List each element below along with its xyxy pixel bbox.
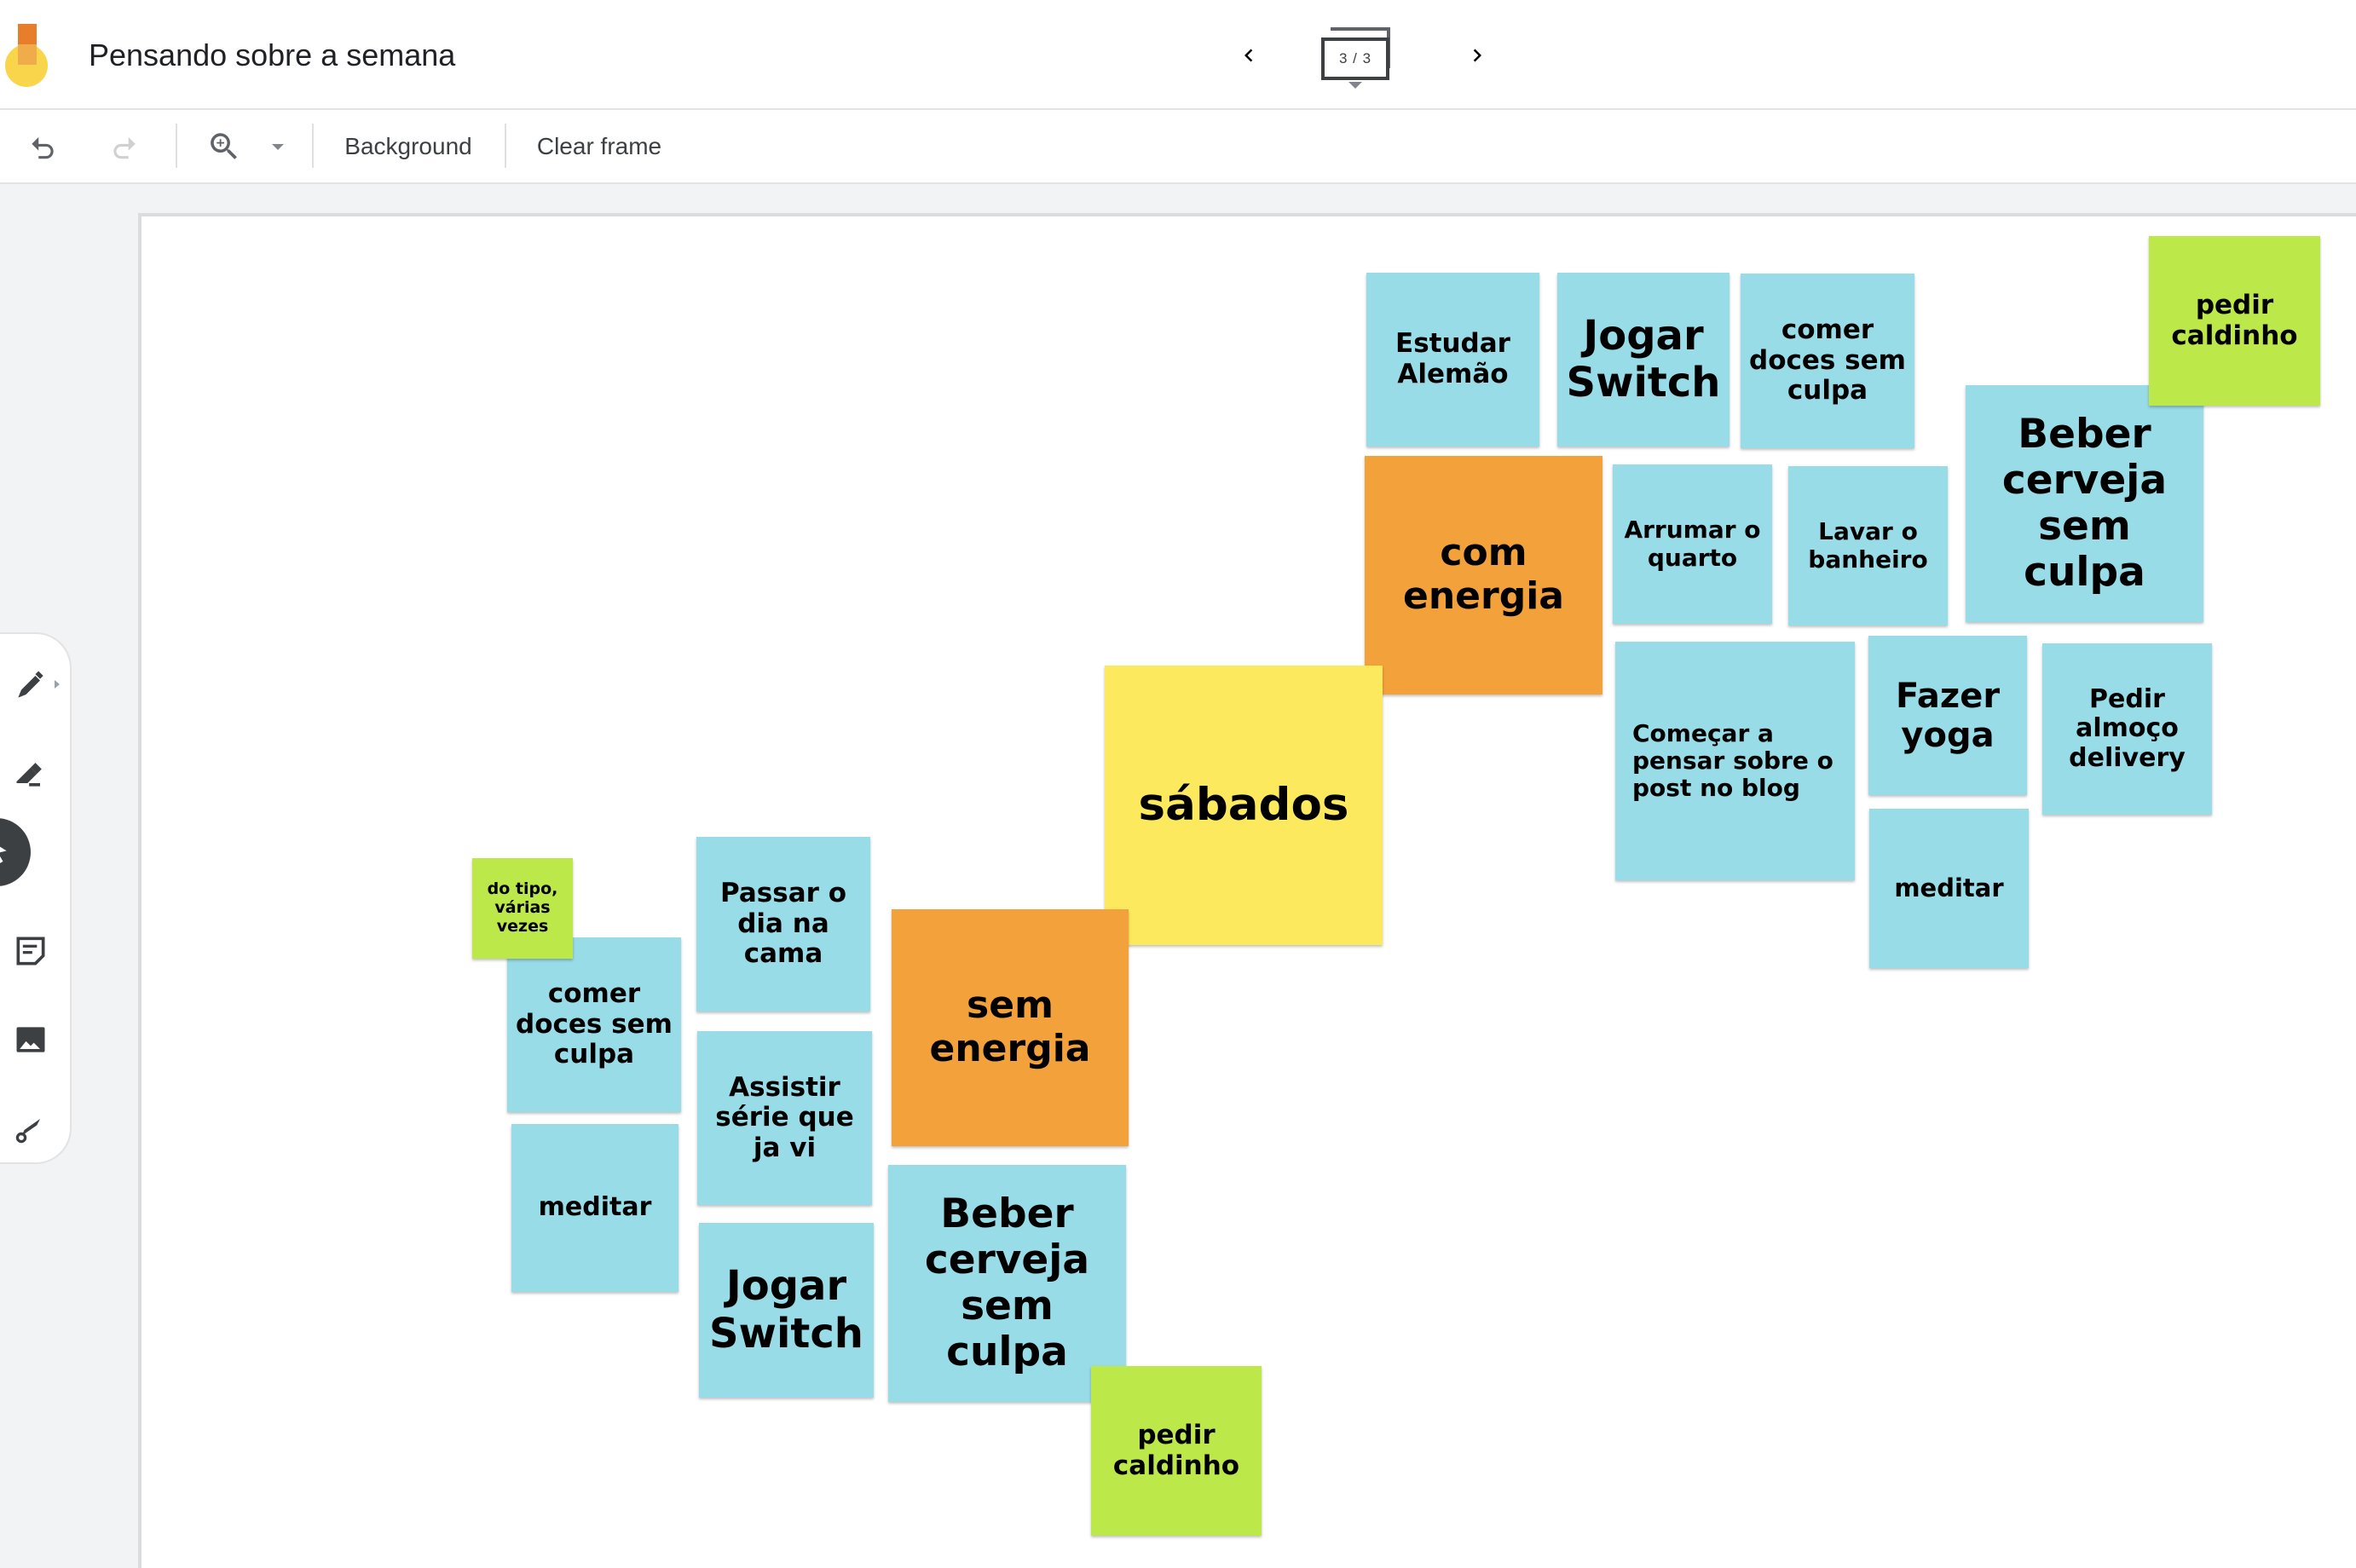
sticky-note-text: meditar <box>1894 873 2004 902</box>
sticky-note-text: sábados <box>1138 778 1349 831</box>
clear-frame-button[interactable]: Clear frame <box>527 127 672 166</box>
background-button[interactable]: Background <box>334 127 482 166</box>
pen-icon <box>18 671 43 698</box>
select-tool-button[interactable] <box>0 818 31 886</box>
redo-button[interactable] <box>101 127 148 166</box>
sticky-note-text: Beber cerveja sem culpa <box>2001 410 2168 597</box>
sticky-note[interactable]: Assistir série que ja vi <box>697 1031 872 1205</box>
sticky-note[interactable]: do tipo, várias vezes <box>472 858 573 959</box>
sticky-note-text: sem energia <box>929 983 1091 1070</box>
sticky-note[interactable]: Pedir almoço delivery <box>2042 643 2212 815</box>
sticky-note[interactable]: meditar <box>1869 809 2029 968</box>
undo-button[interactable] <box>19 127 66 166</box>
zoom-in-icon <box>211 133 237 159</box>
side-toolbar <box>0 634 70 1162</box>
eraser-tool-button[interactable] <box>0 743 61 804</box>
dropdown-arrow-icon <box>1348 82 1362 89</box>
sticky-note[interactable]: meditar <box>511 1124 679 1292</box>
sticky-note-text: comer doces sem culpa <box>1749 314 1906 406</box>
sticky-note-text: Jogar Switch <box>1566 311 1721 406</box>
sticky-note-text: Beber cerveja sem culpa <box>924 1190 1090 1376</box>
image-tool-button[interactable] <box>0 1009 61 1070</box>
sticky-note[interactable]: Lavar o banheiro <box>1788 466 1948 625</box>
zoom-dropdown-button[interactable] <box>263 127 293 166</box>
frame-counter-label: 3 / 3 <box>1321 37 1389 80</box>
chevron-right-icon <box>1473 49 1481 62</box>
sticky-note-text: com energia <box>1403 531 1564 618</box>
sticky-note-icon <box>16 937 45 966</box>
jam-title[interactable]: Pensando sobre a semana <box>89 37 455 73</box>
sticky-note-text: pedir caldinho <box>1112 1419 1240 1481</box>
sticky-note[interactable]: comer doces sem culpa <box>507 937 681 1112</box>
sticky-note-text: Lavar o banheiro <box>1808 517 1928 574</box>
image-icon <box>16 1027 45 1052</box>
redo-icon <box>113 136 136 159</box>
sticky-note[interactable]: Passar o dia na cama <box>696 837 870 1012</box>
sticky-note-text: meditar <box>538 1192 652 1223</box>
sticky-note[interactable]: pedir caldinho <box>1091 1366 1262 1536</box>
sticky-note[interactable]: Começar a pensar sobre o post no blog <box>1615 642 1855 880</box>
toolbar-divider <box>176 124 177 168</box>
sticky-note[interactable]: sem energia <box>892 909 1129 1146</box>
toolbar-divider <box>505 124 506 168</box>
sticky-note-text: Passar o dia na cama <box>719 878 846 970</box>
laser-icon <box>15 1119 40 1144</box>
sticky-note[interactable]: Arrumar o quarto <box>1613 464 1772 624</box>
laser-tool-button[interactable] <box>0 1098 61 1159</box>
sticky-note-text: Estudar Alemão <box>1395 328 1510 389</box>
pen-tool-button[interactable] <box>0 654 61 716</box>
sticky-note-text: Pedir almoço delivery <box>2069 683 2186 773</box>
sticky-note[interactable]: comer doces sem culpa <box>1741 274 1914 448</box>
chevron-left-icon <box>1244 49 1253 62</box>
next-frame-button[interactable] <box>1456 34 1498 77</box>
pointer-icon <box>0 846 7 863</box>
app-header: Pensando sobre a semana 3 / 3 <box>0 0 2356 110</box>
sticky-note[interactable]: Beber cerveja sem culpa <box>1966 385 2203 622</box>
previous-frame-button[interactable] <box>1227 34 1270 77</box>
frame-bar-toggle[interactable]: 3 / 3 <box>1319 26 1405 94</box>
sticky-note-text: comer doces sem culpa <box>516 978 673 1070</box>
zoom-button[interactable] <box>203 127 245 166</box>
sticky-note[interactable]: Jogar Switch <box>1557 273 1729 447</box>
sticky-note-text: Fazer yoga <box>1895 676 2001 755</box>
toolbar-divider <box>312 124 314 168</box>
pen-options-arrow-icon <box>55 680 60 689</box>
logo-bar-top <box>18 24 37 44</box>
jam-canvas[interactable]: Estudar Alemão Jogar Switch comer doces se… <box>138 213 2356 1568</box>
sticky-note-tool-button[interactable] <box>0 920 61 982</box>
dropdown-arrow-icon <box>272 143 284 150</box>
sticky-note-text: Jogar Switch <box>709 1262 863 1358</box>
undo-icon <box>32 136 54 159</box>
toolbar: Background Clear frame <box>0 110 2356 184</box>
logo-bar-mid <box>18 44 37 65</box>
sticky-note-text: Assistir série que ja vi <box>715 1071 854 1163</box>
sticky-note[interactable]: pedir caldinho <box>2149 236 2320 406</box>
sticky-note-text: pedir caldinho <box>2171 289 2298 351</box>
sticky-note[interactable]: com energia <box>1365 456 1602 695</box>
sticky-note[interactable]: Estudar Alemão <box>1366 273 1539 447</box>
sticky-note-text: Começar a pensar sobre o post no blog <box>1632 718 1833 803</box>
eraser-icon <box>16 763 42 787</box>
sticky-note-text: Arrumar o quarto <box>1624 516 1761 572</box>
sticky-note-text: do tipo, várias vezes <box>487 879 558 936</box>
sticky-note[interactable]: Fazer yoga <box>1868 636 2027 795</box>
sticky-note[interactable]: sábados <box>1105 666 1383 945</box>
sticky-note[interactable]: Jogar Switch <box>699 1223 874 1398</box>
jamboard-logo[interactable] <box>5 24 53 87</box>
